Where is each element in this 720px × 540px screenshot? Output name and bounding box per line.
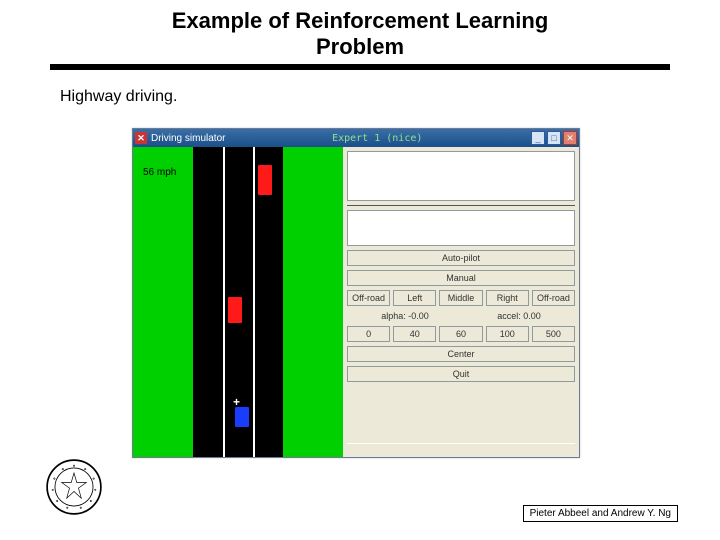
subtitle: Highway driving. bbox=[60, 88, 720, 106]
stanford-seal-icon bbox=[46, 459, 102, 515]
title-line-1: Example of Reinforcement Learning bbox=[172, 8, 549, 33]
accel-readout: accel: 0.00 bbox=[497, 311, 541, 321]
app-icon: ✕ bbox=[135, 132, 147, 144]
speed-button[interactable]: 0 bbox=[347, 326, 390, 342]
lane-button[interactable]: Right bbox=[486, 290, 529, 306]
speed-readout: 56 mph bbox=[143, 167, 176, 178]
quit-button[interactable]: Quit bbox=[347, 366, 575, 382]
lane-button[interactable]: Middle bbox=[439, 290, 482, 306]
speed-button[interactable]: 500 bbox=[532, 326, 575, 342]
lane-button[interactable]: Left bbox=[393, 290, 436, 306]
speed-button[interactable]: 40 bbox=[393, 326, 436, 342]
speed-button[interactable]: 100 bbox=[486, 326, 529, 342]
lane-button[interactable]: Off-road bbox=[532, 290, 575, 306]
ego-marker-icon: + bbox=[233, 395, 240, 409]
minimize-button[interactable]: _ bbox=[531, 131, 545, 145]
center-button[interactable]: Center bbox=[347, 346, 575, 362]
divider bbox=[347, 205, 575, 206]
status-bar bbox=[347, 443, 575, 453]
simulation-viewport: 56 mph + bbox=[133, 147, 343, 457]
control-panel: Auto-pilot Manual Off-roadLeftMiddleRigh… bbox=[343, 147, 579, 457]
traffic-car bbox=[228, 297, 242, 323]
status-row: alpha: -0.00 accel: 0.00 bbox=[347, 310, 575, 322]
lane-button[interactable]: Off-road bbox=[347, 290, 390, 306]
close-button[interactable]: ✕ bbox=[563, 131, 577, 145]
lane-divider bbox=[223, 147, 225, 457]
autopilot-button[interactable]: Auto-pilot bbox=[347, 250, 575, 266]
maximize-button[interactable]: □ bbox=[547, 131, 561, 145]
title-line-2: Problem bbox=[316, 34, 404, 59]
info-box-top bbox=[347, 151, 575, 201]
window-title: Driving simulator bbox=[151, 133, 225, 144]
manual-button[interactable]: Manual bbox=[347, 270, 575, 286]
lane-divider bbox=[253, 147, 255, 457]
credit: Pieter Abbeel and Andrew Y. Ng bbox=[523, 505, 678, 522]
speed-button[interactable]: 60 bbox=[439, 326, 482, 342]
window-caption: Expert 1 (nice) bbox=[225, 133, 529, 144]
traffic-car bbox=[258, 165, 272, 195]
info-box-secondary bbox=[347, 210, 575, 246]
titlebar[interactable]: ✕ Driving simulator Expert 1 (nice) _ □ … bbox=[133, 129, 579, 147]
simulator-window: ✕ Driving simulator Expert 1 (nice) _ □ … bbox=[132, 128, 580, 458]
slide-title: Example of Reinforcement LearningProblem bbox=[0, 0, 720, 60]
title-rule bbox=[50, 64, 670, 70]
ego-car bbox=[235, 407, 249, 427]
alpha-readout: alpha: -0.00 bbox=[381, 311, 429, 321]
